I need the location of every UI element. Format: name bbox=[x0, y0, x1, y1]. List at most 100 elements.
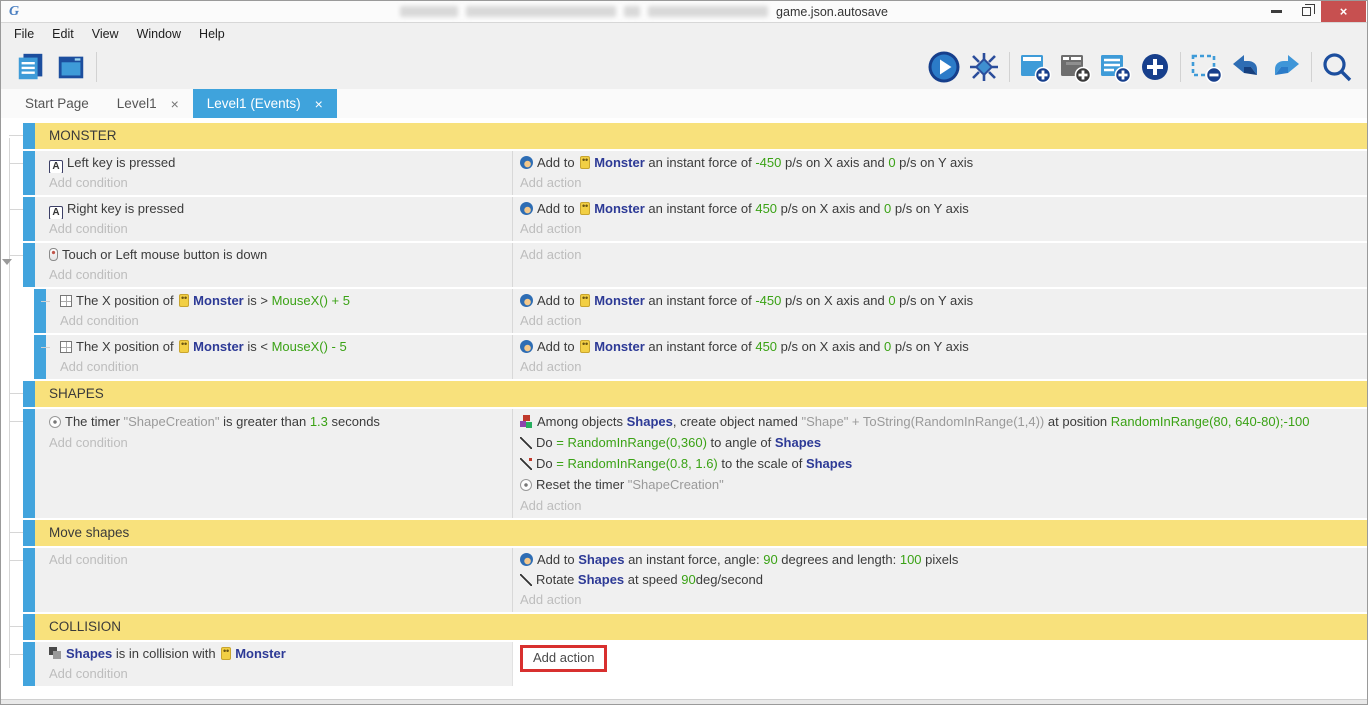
text-segment: Add to bbox=[537, 155, 578, 170]
text-segment: Touch or Left mouse button is down bbox=[62, 247, 267, 262]
text-segment: Shapes bbox=[806, 456, 852, 471]
project-manager-button[interactable] bbox=[11, 47, 51, 87]
search-button[interactable] bbox=[1317, 47, 1357, 87]
group-row-collision: COLLISION bbox=[1, 614, 1367, 640]
condition-line[interactable]: Touch or Left mouse button is down bbox=[49, 245, 512, 265]
add-condition-placeholder[interactable]: Add condition bbox=[49, 265, 512, 285]
add-action-placeholder[interactable]: Add action bbox=[520, 173, 1367, 193]
minimize-button[interactable] bbox=[1261, 1, 1291, 22]
add-circle-button[interactable] bbox=[1135, 47, 1175, 87]
add-condition-placeholder[interactable]: Add condition bbox=[49, 664, 512, 684]
add-condition-placeholder[interactable]: Add condition bbox=[60, 311, 512, 331]
add-comment-button[interactable] bbox=[1095, 47, 1135, 87]
text-segment: Left key is pressed bbox=[67, 155, 175, 170]
add-action-placeholder[interactable]: Add action bbox=[520, 357, 1367, 377]
menu-help[interactable]: Help bbox=[190, 23, 234, 45]
add-condition-placeholder[interactable]: Add condition bbox=[49, 550, 512, 570]
row-gutter bbox=[1, 614, 23, 640]
undo-button[interactable] bbox=[1226, 47, 1266, 87]
action-line[interactable]: Add to Monster an instant force of 450 p… bbox=[520, 337, 1367, 357]
tab-level1-events[interactable]: Level1 (Events) × bbox=[193, 89, 337, 118]
action-line[interactable]: Add to Monster an instant force of -450 … bbox=[520, 291, 1367, 311]
redo-button[interactable] bbox=[1266, 47, 1306, 87]
add-event-button[interactable] bbox=[1015, 47, 1055, 87]
group-header-shapes[interactable]: SHAPES bbox=[35, 381, 1367, 407]
text-segment: 450 bbox=[755, 339, 777, 354]
event-selection-bar[interactable] bbox=[34, 289, 46, 333]
editors-button[interactable] bbox=[51, 47, 91, 87]
tab-close-icon[interactable]: × bbox=[315, 96, 323, 112]
action-line[interactable]: Add to Monster an instant force of 450 p… bbox=[520, 199, 1367, 219]
add-condition-placeholder[interactable]: Add condition bbox=[49, 173, 512, 193]
redacted-title-block bbox=[624, 6, 640, 17]
action-line[interactable]: Rotate Shapes at speed 90deg/second bbox=[520, 570, 1367, 590]
collapse-arrow-icon[interactable] bbox=[2, 259, 12, 265]
event-selection-bar[interactable] bbox=[34, 335, 46, 379]
menu-view[interactable]: View bbox=[83, 23, 128, 45]
text-segment: Shapes bbox=[578, 572, 624, 587]
mouse-icon bbox=[49, 248, 58, 261]
text-segment: -450 bbox=[755, 293, 781, 308]
action-line[interactable]: Reset the timer "ShapeCreation" bbox=[520, 474, 1367, 495]
text-segment: degrees and length: bbox=[778, 552, 900, 567]
force-icon bbox=[520, 156, 533, 169]
event-selection-bar[interactable] bbox=[23, 197, 35, 241]
toolbar-separator bbox=[96, 52, 97, 82]
event-selection-bar[interactable] bbox=[23, 520, 35, 546]
action-line[interactable]: Do = RandomInRange(0,360) to angle of Sh… bbox=[520, 432, 1367, 453]
condition-line[interactable]: ALeft key is pressed bbox=[49, 153, 512, 173]
tab-level1[interactable]: Level1 × bbox=[103, 89, 193, 118]
event-selection-bar[interactable] bbox=[23, 548, 35, 612]
condition-line[interactable]: Shapes is in collision with Monster bbox=[49, 644, 512, 664]
text-segment: p/s on Y axis bbox=[891, 201, 969, 216]
condition-line[interactable]: The X position of Monster is > MouseX() … bbox=[60, 291, 512, 311]
add-comment-icon bbox=[1098, 50, 1132, 84]
event-selection-bar[interactable] bbox=[23, 614, 35, 640]
event-selection-bar[interactable] bbox=[23, 642, 35, 686]
event-selection-bar[interactable] bbox=[23, 123, 35, 149]
event-selection-bar[interactable] bbox=[23, 243, 35, 287]
action-line[interactable]: Add to Monster an instant force of -450 … bbox=[520, 153, 1367, 173]
add-subevent-button[interactable] bbox=[1055, 47, 1095, 87]
add-condition-placeholder[interactable]: Add condition bbox=[49, 432, 512, 453]
action-line[interactable]: Do = RandomInRange(0.8, 1.6) to the scal… bbox=[520, 453, 1367, 474]
create-icon bbox=[520, 415, 533, 428]
menu-window[interactable]: Window bbox=[128, 23, 190, 45]
project-manager-icon bbox=[15, 51, 47, 83]
tab-start-page[interactable]: Start Page bbox=[11, 89, 103, 118]
menu-file[interactable]: File bbox=[5, 23, 43, 45]
group-header-move-shapes[interactable]: Move shapes bbox=[35, 520, 1367, 546]
text-segment: an instant force of bbox=[645, 293, 756, 308]
add-action-placeholder[interactable]: Add action bbox=[520, 590, 1367, 610]
tab-close-icon[interactable]: × bbox=[171, 96, 179, 112]
condition-line[interactable]: ARight key is pressed bbox=[49, 199, 512, 219]
event-selection-bar[interactable] bbox=[23, 151, 35, 195]
preview-play-button[interactable] bbox=[924, 47, 964, 87]
add-action-placeholder[interactable]: Add action bbox=[520, 311, 1367, 331]
action-line[interactable]: Add to Shapes an instant force, angle: 9… bbox=[520, 550, 1367, 570]
action-line[interactable]: Among objects Shapes, create object name… bbox=[520, 411, 1367, 432]
group-header-collision[interactable]: COLLISION bbox=[35, 614, 1367, 640]
add-action-highlighted[interactable]: Add action bbox=[520, 645, 607, 672]
row-gutter bbox=[1, 548, 23, 612]
event-row-timer: The timer "ShapeCreation" is greater tha… bbox=[1, 409, 1367, 518]
debug-button[interactable] bbox=[964, 47, 1004, 87]
close-button[interactable]: × bbox=[1321, 1, 1366, 22]
menu-edit[interactable]: Edit bbox=[43, 23, 83, 45]
add-condition-placeholder[interactable]: Add condition bbox=[49, 219, 512, 239]
add-action-placeholder[interactable]: Add action bbox=[520, 495, 1367, 516]
restore-button[interactable] bbox=[1291, 1, 1321, 22]
remove-event-button[interactable] bbox=[1186, 47, 1226, 87]
toolbar-separator bbox=[1180, 52, 1181, 82]
add-condition-placeholder[interactable]: Add condition bbox=[60, 357, 512, 377]
group-header-monster[interactable]: MONSTER bbox=[35, 123, 1367, 149]
condition-line[interactable]: The X position of Monster is < MouseX() … bbox=[60, 337, 512, 357]
row-gutter bbox=[1, 197, 23, 241]
group-row-shapes: SHAPES bbox=[1, 381, 1367, 407]
condition-line[interactable]: The timer "ShapeCreation" is greater tha… bbox=[49, 411, 512, 432]
event-selection-bar[interactable] bbox=[23, 381, 35, 407]
text-segment: Shapes bbox=[627, 414, 673, 429]
add-action-placeholder[interactable]: Add action bbox=[520, 219, 1367, 239]
event-selection-bar[interactable] bbox=[23, 409, 35, 518]
add-action-placeholder[interactable]: Add action bbox=[520, 245, 1367, 265]
